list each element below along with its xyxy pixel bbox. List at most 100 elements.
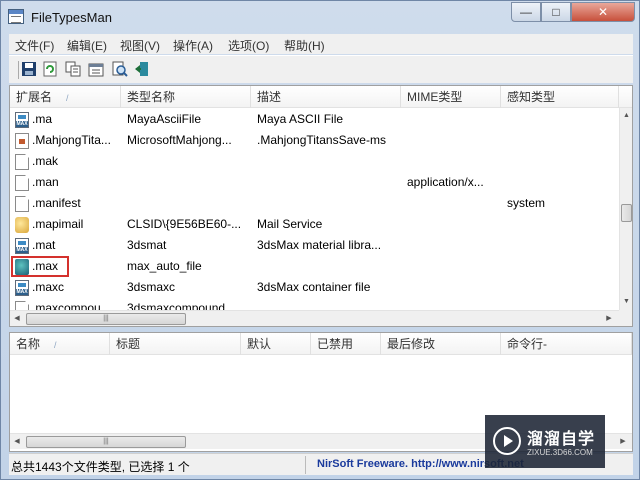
type-name-cell: MayaAsciiFile <box>127 112 202 126</box>
table-row[interactable]: MAX .ma MayaAsciiFile Maya ASCII File <box>10 109 616 130</box>
description-cell <box>257 256 403 277</box>
refresh-icon[interactable] <box>42 61 58 77</box>
table-row-selected[interactable]: .max max_auto_file <box>10 256 616 277</box>
close-button[interactable]: ✕ <box>571 2 635 22</box>
document-icon <box>15 154 29 170</box>
toolbar <box>9 55 633 83</box>
actions-list-header: 名称 / 标题 默认 已禁用 最后修改 命令行- <box>10 333 632 355</box>
vertical-scroll-thumb[interactable] <box>621 204 632 222</box>
menu-file[interactable]: 文件(F) <box>15 37 54 54</box>
title-bar[interactable]: FileTypesMan — □ ✕ <box>1 1 639 33</box>
column-last-modified[interactable]: 最后修改 <box>381 333 501 355</box>
column-title[interactable]: 标题 <box>110 333 241 355</box>
mime-cell <box>407 214 499 235</box>
mime-cell <box>407 277 499 298</box>
column-type-name[interactable]: 类型名称 <box>121 86 251 108</box>
play-logo-icon <box>493 427 521 455</box>
scroll-left-icon[interactable]: ◀ <box>10 434 24 449</box>
scroll-down-icon[interactable]: ▼ <box>620 294 632 309</box>
find-icon[interactable] <box>112 61 128 77</box>
table-row[interactable]: .mapimail CLSID\{9E56BE60-... Mail Servi… <box>10 214 616 235</box>
perceived-cell <box>507 172 607 193</box>
column-description[interactable]: 描述 <box>251 86 401 108</box>
description-cell <box>257 172 403 193</box>
perceived-cell <box>507 277 607 298</box>
selection-highlight-box <box>11 256 69 277</box>
horizontal-scroll-thumb[interactable]: ||| <box>26 436 186 448</box>
maximize-button[interactable]: □ <box>541 2 571 22</box>
table-row[interactable]: .manifest system <box>10 193 616 214</box>
menu-help[interactable]: 帮助(H) <box>284 37 325 54</box>
type-name-cell <box>127 193 255 214</box>
mime-cell: application/x... <box>407 175 484 189</box>
status-count-text: 总共1443个文件类型, 已选择 1 个 <box>11 460 190 474</box>
extension-cell: .ma <box>32 112 53 126</box>
scroll-left-icon[interactable]: ◀ <box>10 311 24 326</box>
exit-icon[interactable] <box>134 61 150 77</box>
scrollbar-corner <box>619 310 632 326</box>
watermark-overlay: 溜溜自学 ZIXUE.3D66.COM <box>485 415 605 468</box>
column-extension[interactable]: 扩展名 / <box>10 86 121 108</box>
scroll-right-icon[interactable]: ▶ <box>616 434 630 449</box>
mime-cell <box>407 130 499 151</box>
file-list-header: 扩展名 / 类型名称 描述 MIME类型 感知类型 <box>10 86 632 108</box>
mail-icon <box>15 217 29 233</box>
type-name-cell <box>127 151 255 172</box>
app-window: FileTypesMan — □ ✕ 文件(F) 编辑(E) 视图(V) 操作(… <box>0 0 640 480</box>
type-name-cell: 3dsmat <box>127 238 167 252</box>
save-icon[interactable] <box>21 61 37 77</box>
minimize-button[interactable]: — <box>511 2 541 22</box>
extension-cell: .MahjongTita... <box>32 133 111 147</box>
max-file-icon: MAX <box>15 112 29 128</box>
max-file-icon: MAX <box>15 280 29 296</box>
table-row[interactable]: .man application/x... <box>10 172 616 193</box>
perceived-cell <box>507 151 607 172</box>
type-name-cell: MicrosoftMahjong... <box>127 133 232 147</box>
vertical-scrollbar[interactable]: ▲ ▼ <box>619 108 632 310</box>
column-default[interactable]: 默认 <box>241 333 311 355</box>
perceived-cell <box>507 235 607 256</box>
perceived-cell <box>507 109 607 130</box>
description-cell: 3dsMax material libra... <box>257 238 382 252</box>
mime-cell <box>407 109 499 130</box>
scroll-right-icon[interactable]: ▶ <box>602 311 616 326</box>
mime-cell <box>407 193 499 214</box>
watermark-title: 溜溜自学 <box>527 431 596 448</box>
table-row[interactable]: MAX .mat 3dsmat 3dsMax material libra... <box>10 235 616 256</box>
scroll-up-icon[interactable]: ▲ <box>620 108 632 123</box>
extension-cell: .mat <box>32 238 56 252</box>
window-title: FileTypesMan <box>31 10 112 25</box>
menu-options[interactable]: 选项(O) <box>228 37 269 54</box>
copy-icon[interactable] <box>65 61 81 77</box>
mime-cell <box>407 235 499 256</box>
properties-icon[interactable] <box>88 61 104 77</box>
table-row[interactable]: .MahjongTita... MicrosoftMahjong... .Mah… <box>10 130 616 151</box>
column-disabled[interactable]: 已禁用 <box>311 333 381 355</box>
table-row[interactable]: .mak <box>10 151 616 172</box>
horizontal-scrollbar[interactable]: ◀ ||| ▶ <box>10 310 632 326</box>
menu-action[interactable]: 操作(A) <box>173 37 213 54</box>
extension-cell: .maxc <box>32 280 65 294</box>
column-command-line[interactable]: 命令行- <box>501 333 632 355</box>
menu-edit[interactable]: 编辑(E) <box>67 37 107 54</box>
horizontal-scroll-thumb[interactable]: ||| <box>26 313 186 325</box>
perceived-cell <box>507 256 607 277</box>
perceived-cell <box>507 214 607 235</box>
mime-cell <box>407 151 499 172</box>
type-name-cell: CLSID\{9E56BE60-... <box>127 217 242 231</box>
type-name-cell: 3dsmaxc <box>127 280 176 294</box>
mahjong-file-icon <box>15 133 29 149</box>
document-icon <box>15 196 29 212</box>
extension-cell: .mak <box>32 154 59 168</box>
column-perceived-type[interactable]: 感知类型 <box>501 86 619 108</box>
perceived-cell: system <box>507 196 546 210</box>
document-icon <box>15 175 29 191</box>
file-types-list[interactable]: 扩展名 / 类型名称 描述 MIME类型 感知类型 MAX .ma MayaAsc… <box>9 85 633 327</box>
column-mime-type[interactable]: MIME类型 <box>401 86 501 108</box>
extension-cell: .man <box>32 175 59 189</box>
mime-cell <box>407 256 499 277</box>
table-row[interactable]: MAX .maxc 3dsmaxc 3dsMax container file <box>10 277 616 298</box>
menu-bar: 文件(F) 编辑(E) 视图(V) 操作(A) 选项(O) 帮助(H) <box>9 34 633 54</box>
column-name[interactable]: 名称 / <box>10 333 110 355</box>
menu-view[interactable]: 视图(V) <box>120 37 160 54</box>
